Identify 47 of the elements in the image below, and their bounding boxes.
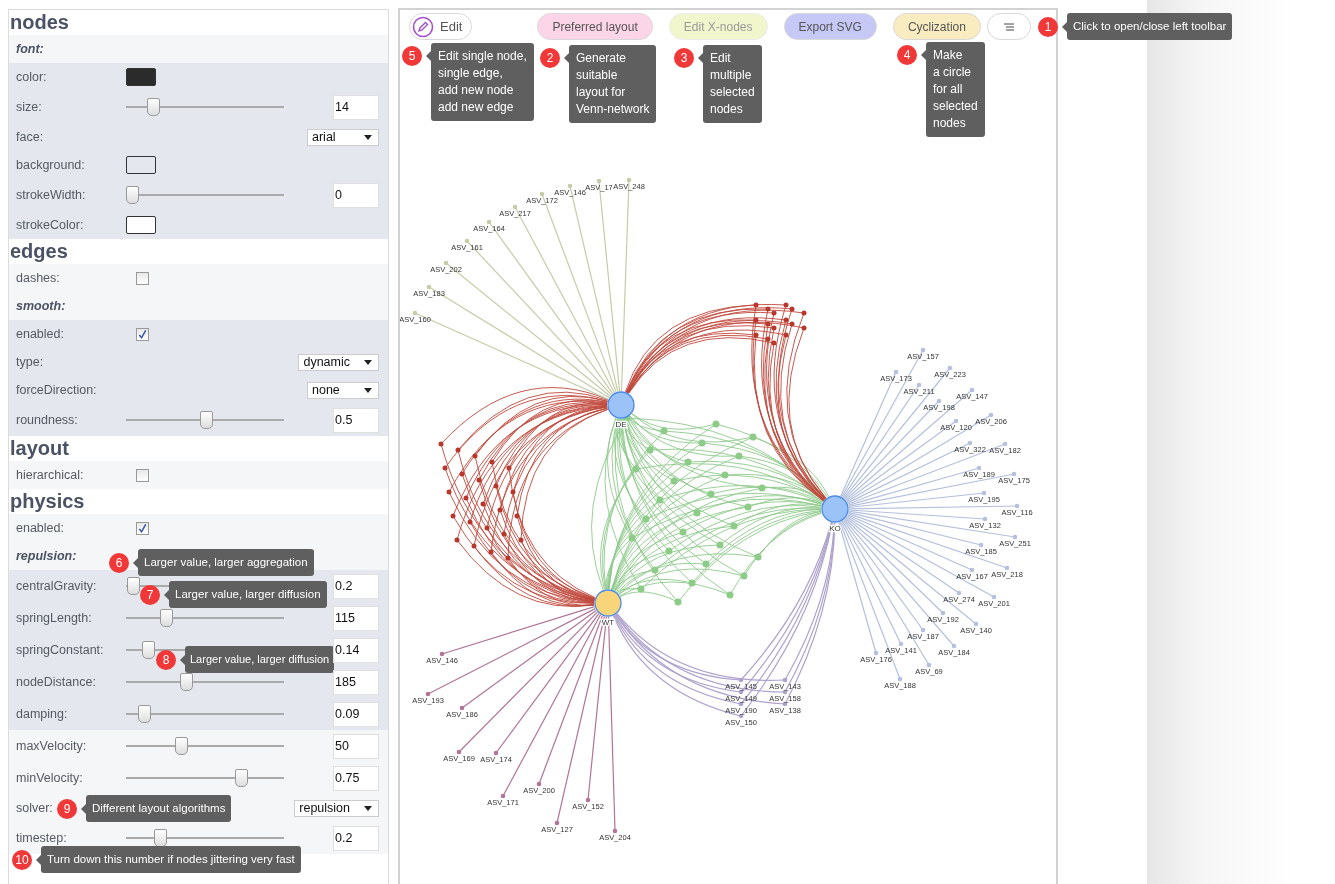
number-badge: 1 (1038, 16, 1058, 37)
field-label: strokeColor: (16, 218, 84, 232)
field-label: centralGravity: (16, 579, 97, 593)
field-label: face: (16, 130, 44, 144)
tooltip: Larger value, larger aggregation (138, 549, 314, 576)
field-label: enabled: (16, 521, 64, 535)
group-label: smooth: (16, 299, 66, 313)
tooltip: Generate suitable layout for Venn-network (569, 45, 657, 123)
node-label: WT (601, 618, 615, 627)
tooltip: Larger value, larger diffusion (169, 581, 327, 608)
field-label: roundness: (16, 413, 78, 427)
field-label: size: (16, 100, 42, 114)
field-label: damping: (16, 707, 68, 721)
number-badge: 2 (540, 48, 560, 68)
field-label: color: (16, 70, 47, 84)
node-label: DE (615, 420, 627, 429)
field-label: nodeDistance: (16, 675, 96, 689)
tooltip: Edit multiple selected nodes (703, 45, 762, 123)
field-label: springConstant: (16, 643, 104, 657)
field-label: hierarchical: (16, 468, 84, 482)
field-label: timestep: (16, 831, 67, 845)
tooltip: Turn down this number if nodes jittering very fast (41, 846, 301, 873)
group-label: font: (16, 42, 44, 56)
tooltip: Different layout algorithms (86, 795, 232, 822)
section-heading: physics (9, 489, 86, 514)
number-badge: 3 (674, 48, 694, 68)
field-label: forceDirection: (16, 383, 97, 397)
field-label: enabled: (16, 327, 64, 341)
number-badge: 4 (897, 45, 917, 65)
section-heading: layout (9, 436, 70, 461)
field-label: dashes: (16, 271, 60, 285)
field-label: springLength: (16, 611, 92, 625)
section-heading: nodes (9, 10, 70, 35)
tooltip: Make a circle for all selected nodes (926, 42, 985, 137)
field-label: strokeWidth: (16, 188, 86, 202)
tooltip: Edit single node, single edge, add new node add new edge (431, 43, 534, 121)
tooltip: Larger value, larger diffusion (185, 646, 335, 673)
section-heading: edges (9, 239, 69, 264)
field-label: maxVelocity: (16, 739, 87, 753)
number-badge: 5 (402, 46, 422, 66)
field-label: minVelocity: (16, 771, 83, 785)
tooltip: Click to open/close left toolbar (1067, 13, 1233, 40)
field-label: solver: (16, 801, 53, 815)
field-label: background: (16, 158, 85, 172)
field-label: type: (16, 355, 44, 369)
node-label: KO (829, 524, 841, 533)
group-label: repulsion: (16, 549, 77, 563)
